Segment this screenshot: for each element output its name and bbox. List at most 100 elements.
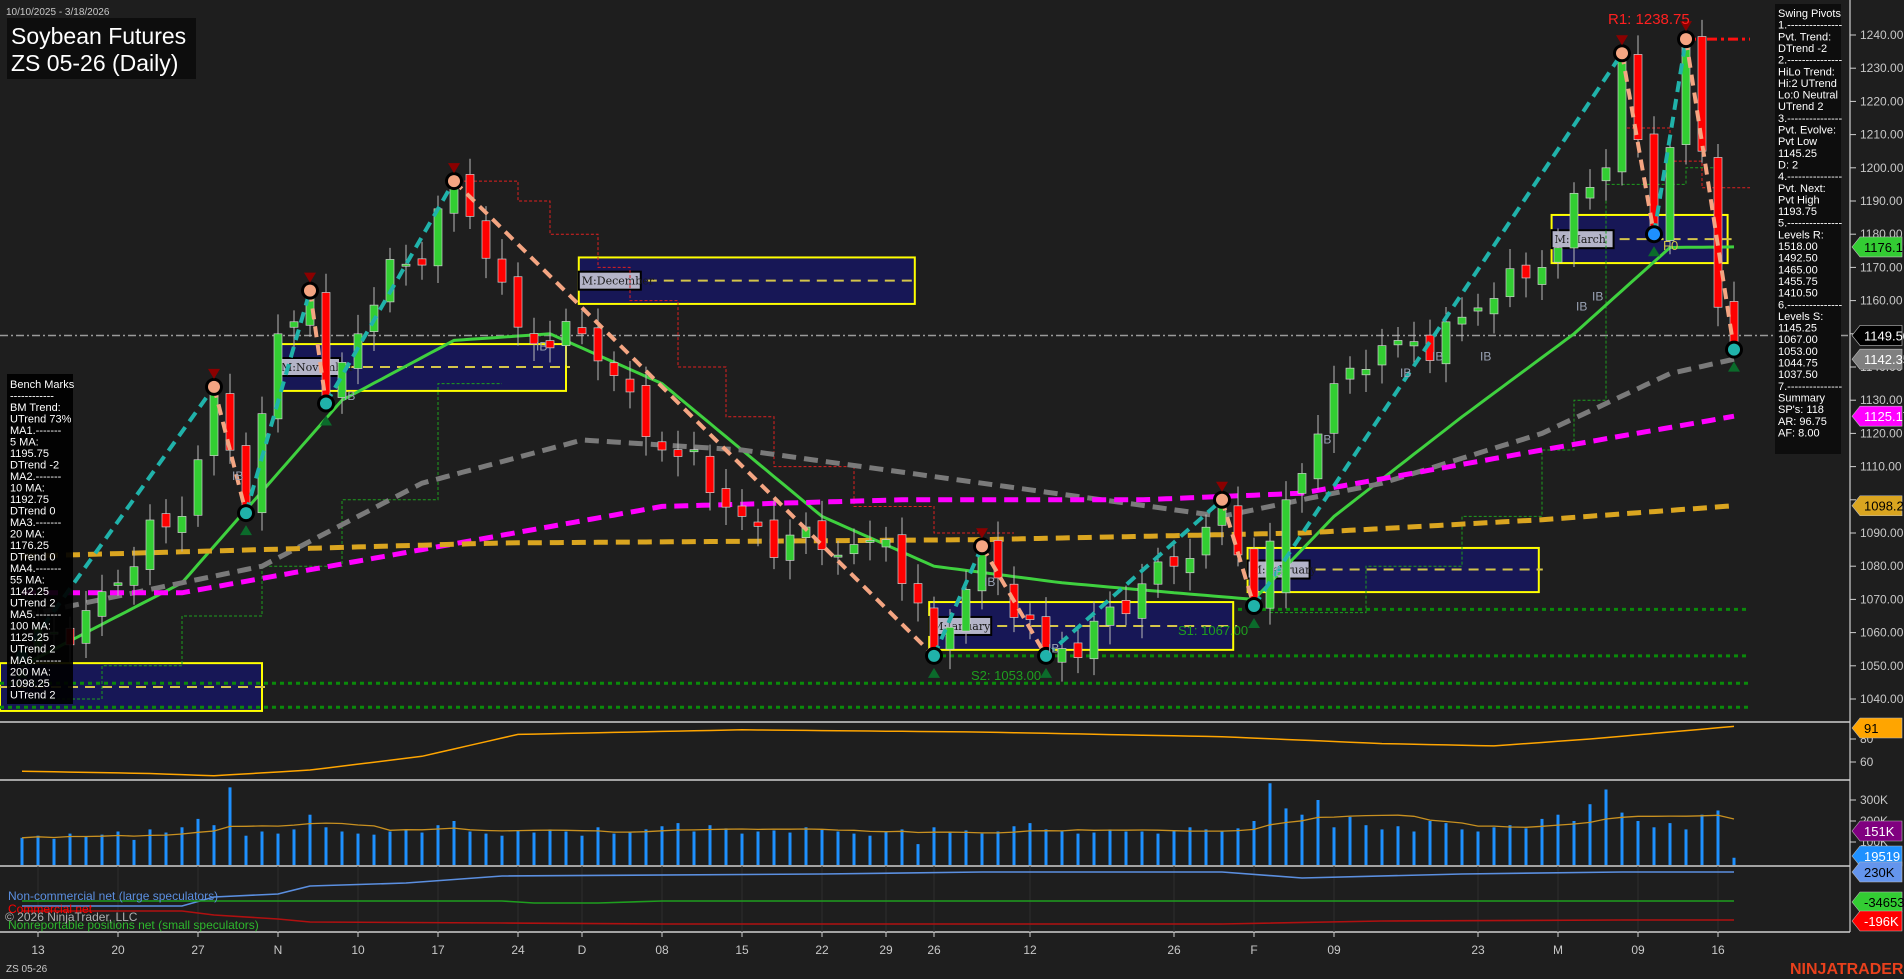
candle-up bbox=[1185, 558, 1195, 574]
time-tick-label: N bbox=[274, 943, 283, 957]
pivot-high-marker bbox=[1680, 33, 1692, 46]
price-tick-label: 1130.00 bbox=[1860, 393, 1903, 407]
pivot-low-marker bbox=[1648, 228, 1660, 241]
cot-legend-item: Non-commercial net (large speculators) bbox=[8, 889, 218, 903]
bench-marks-line: 10 MA: bbox=[10, 483, 45, 495]
copyright-text: © 2026 NinjaTrader, LLC bbox=[5, 910, 138, 924]
oscillator-flag-text: 91 bbox=[1864, 721, 1878, 736]
time-tick-label: F bbox=[1250, 943, 1257, 957]
cot-flag-text: -196K bbox=[1864, 914, 1899, 929]
candle-up bbox=[689, 449, 699, 453]
price-tick-label: 1060.00 bbox=[1860, 626, 1904, 640]
bench-marks-line: BM Trend: bbox=[10, 402, 61, 414]
time-tick-label: 09 bbox=[1327, 943, 1341, 957]
candle-down bbox=[705, 455, 715, 493]
swing-pivots-line: Pvt. Evolve: bbox=[1778, 125, 1836, 137]
time-tick-label: 27 bbox=[191, 943, 205, 957]
candle-down bbox=[673, 449, 683, 457]
candle-down bbox=[657, 441, 667, 451]
price-tick-label: 1170.00 bbox=[1860, 260, 1903, 274]
s2-label: S2: 1053.00 bbox=[971, 668, 1041, 683]
bench-marks-line: 20 MA: bbox=[10, 529, 45, 541]
ib-label: IB bbox=[1272, 565, 1283, 579]
box-label: M:March bbox=[1555, 233, 1606, 246]
ib-label: IB bbox=[1576, 300, 1587, 314]
candle bbox=[1697, 19, 1707, 163]
candle-up bbox=[1537, 267, 1547, 285]
ib-label: IB bbox=[344, 389, 355, 403]
s1-label: S1: 1067.00 bbox=[1178, 623, 1248, 638]
instrument-label: ZS 05-26 bbox=[6, 964, 48, 975]
price-chart[interactable]: M:NovemberM:DecemberM:JanuaryM:FebruaryM… bbox=[0, 0, 1904, 979]
candle-up bbox=[1505, 268, 1515, 298]
swing-pivots-line: Levels R: bbox=[1778, 229, 1824, 241]
bench-marks-line: 1142.25 bbox=[10, 586, 49, 598]
candle-down bbox=[721, 488, 731, 508]
candle bbox=[257, 396, 267, 531]
pivot-high-marker bbox=[304, 284, 316, 297]
price-tick-label: 1040.00 bbox=[1860, 692, 1904, 706]
candle-up bbox=[561, 321, 571, 346]
candle-down bbox=[609, 362, 619, 376]
candle-up bbox=[1585, 187, 1595, 199]
bench-marks-line: DTrend -2 bbox=[10, 460, 59, 472]
pivot-high-marker bbox=[976, 540, 988, 553]
chart-subtitle: ZS 05-26 (Daily) bbox=[11, 50, 178, 76]
candle-down bbox=[417, 258, 427, 266]
chart-title: Soybean Futures bbox=[11, 23, 186, 49]
candle-up bbox=[865, 540, 875, 543]
candle-up bbox=[433, 208, 443, 267]
candle-up bbox=[1601, 167, 1611, 182]
candle-up bbox=[81, 610, 91, 644]
swing-pivots-line: 1193.75 bbox=[1778, 206, 1817, 218]
swing-pivots-line: 1455.75 bbox=[1778, 276, 1818, 288]
price-tick-label: 1050.00 bbox=[1860, 659, 1904, 673]
candle-up bbox=[177, 516, 187, 533]
bench-marks-line: MA3.------- bbox=[10, 517, 62, 529]
price-flag: 1098.21 bbox=[1851, 495, 1904, 517]
time-tick-label: 15 bbox=[735, 943, 749, 957]
price-flag: 1176.16 bbox=[1851, 236, 1904, 258]
bench-marks-line: MA5.------- bbox=[10, 609, 62, 621]
bench-marks-line: 1176.25 bbox=[10, 540, 49, 552]
candle-up bbox=[1153, 561, 1163, 585]
candle-up bbox=[193, 459, 203, 516]
candle-up bbox=[289, 321, 299, 328]
price-tick-label: 1080.00 bbox=[1860, 559, 1904, 573]
candle-down bbox=[897, 534, 907, 584]
price-tick-label: 1190.00 bbox=[1860, 194, 1903, 208]
time-tick-label: 29 bbox=[879, 943, 893, 957]
swing-pivots-line: AF: 8.00 bbox=[1778, 427, 1820, 439]
bench-marks-line: UTrend 2 bbox=[10, 644, 55, 656]
time-tick-label: 08 bbox=[655, 943, 669, 957]
price-tick-label: 1220.00 bbox=[1860, 94, 1904, 108]
swing-pivots-line: 3.--------------- bbox=[1778, 113, 1842, 125]
candle-up bbox=[129, 566, 139, 586]
candle-up bbox=[401, 263, 411, 267]
candle-down bbox=[1121, 600, 1131, 615]
cot-flag-text: -34653 bbox=[1864, 895, 1904, 910]
date-range: 10/10/2025 - 3/18/2026 bbox=[6, 7, 110, 18]
osc-tick-label: 60 bbox=[1860, 755, 1874, 769]
bench-marks-panel: Bench Marks------------BM Trend:UTrend 7… bbox=[7, 374, 75, 704]
cot-flag: 230K bbox=[1851, 861, 1903, 883]
value-area-box: M:February bbox=[1246, 546, 1543, 594]
time-tick-label: 20 bbox=[111, 943, 125, 957]
candle-down bbox=[737, 505, 747, 517]
candle-down bbox=[1169, 556, 1179, 567]
price-flag-text: 1125.17 bbox=[1864, 409, 1904, 424]
swing-pivots-line: 1492.50 bbox=[1778, 253, 1818, 265]
candle-down bbox=[577, 327, 587, 335]
candle-down bbox=[161, 513, 171, 528]
swing-pivots-line: 2.--------------- bbox=[1778, 55, 1842, 67]
price-tick-label: 1240.00 bbox=[1860, 28, 1904, 42]
price-tick-label: 1070.00 bbox=[1860, 592, 1904, 606]
bench-marks-line: UTrend 73% bbox=[10, 414, 72, 426]
candle-down bbox=[1713, 157, 1723, 308]
candle-up bbox=[145, 519, 155, 570]
swing-pivots-line: 7.--------------- bbox=[1778, 381, 1842, 393]
candle-up bbox=[849, 544, 859, 555]
candle-up bbox=[97, 591, 107, 617]
bench-marks-line: ------------ bbox=[10, 391, 54, 403]
swing-pivots-line: 5.--------------- bbox=[1778, 218, 1842, 230]
